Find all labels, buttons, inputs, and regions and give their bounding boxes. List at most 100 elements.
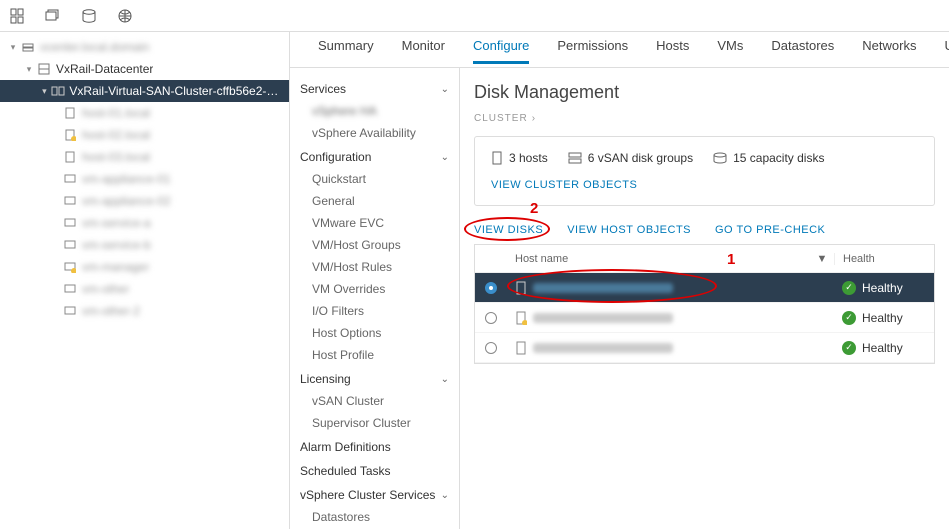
tree-vcenter[interactable]: ▾ vcenter.local.domain xyxy=(0,36,289,58)
cfg-item-io-filters[interactable]: I/O Filters xyxy=(290,300,459,322)
chevron-down-icon: ⌄ xyxy=(441,84,449,95)
cfg-item[interactable]: vSphere HA xyxy=(290,100,459,122)
chevron-down-icon: ⌄ xyxy=(441,152,449,163)
tab-hosts[interactable]: Hosts xyxy=(656,38,689,61)
cfg-item-host-profile[interactable]: Host Profile xyxy=(290,344,459,366)
vm-icon xyxy=(62,237,78,253)
host-icon xyxy=(62,105,78,121)
page-title: Disk Management xyxy=(474,82,935,103)
tree-vm[interactable]: vm-other xyxy=(0,278,289,300)
disk-icon xyxy=(713,152,727,164)
object-tabs: Summary Monitor Configure Permissions Ho… xyxy=(290,32,949,68)
vm-icon xyxy=(62,193,78,209)
chevron-right-icon: › xyxy=(532,113,536,124)
tree-vm[interactable]: vm-service-b xyxy=(0,234,289,256)
tree-vm[interactable]: vm-service-a xyxy=(0,212,289,234)
cfg-item-vcs-datastores[interactable]: Datastores xyxy=(290,506,459,528)
cfg-item-supervisor-cluster[interactable]: Supervisor Cluster xyxy=(290,412,459,434)
tree-host[interactable]: host-01.local xyxy=(0,102,289,124)
table-row[interactable]: ✓Healthy 1 xyxy=(475,273,934,303)
host-icon xyxy=(515,341,527,355)
tree-host[interactable]: host-02.local xyxy=(0,124,289,146)
cfg-item-scheduled-tasks[interactable]: Scheduled Tasks xyxy=(290,458,459,482)
table-header: Host name ▼ Health xyxy=(475,245,934,273)
health-ok-icon: ✓ xyxy=(842,281,856,295)
view-cluster-objects-link[interactable]: VIEW CLUSTER OBJECTS xyxy=(491,179,637,191)
go-to-precheck-link[interactable]: GO TO PRE-CHECK xyxy=(715,224,825,236)
tab-datastores[interactable]: Datastores xyxy=(771,38,834,61)
tree-vm[interactable]: vm-appliance-01 xyxy=(0,168,289,190)
view-disks-link[interactable]: VIEW DISKS xyxy=(474,224,543,236)
col-hostname[interactable]: Host name xyxy=(515,253,568,265)
cfg-item-vsphere-availability[interactable]: vSphere Availability xyxy=(290,122,459,144)
tab-configure[interactable]: Configure xyxy=(473,38,529,64)
tree-cluster[interactable]: ▾ VxRail-Virtual-SAN-Cluster-cffb56e2-bd… xyxy=(0,80,289,102)
host-icon xyxy=(491,151,503,165)
hosts-clusters-icon[interactable] xyxy=(8,7,26,25)
datacenter-icon xyxy=(36,61,52,77)
cfg-item-vmware-evc[interactable]: VMware EVC xyxy=(290,212,459,234)
diskgroup-icon xyxy=(568,152,582,164)
table-row[interactable]: ✓Healthy xyxy=(475,333,934,363)
host-icon xyxy=(62,149,78,165)
vm-icon xyxy=(62,171,78,187)
health-ok-icon: ✓ xyxy=(842,341,856,355)
vm-icon xyxy=(62,303,78,319)
detail-pane: Disk Management CLUSTER› 3 hosts 6 vSAN … xyxy=(460,68,949,529)
cfg-item-quickstart[interactable]: Quickstart xyxy=(290,168,459,190)
host-name-redacted xyxy=(533,343,673,353)
chevron-down-icon: ⌄ xyxy=(441,490,449,501)
table-row[interactable]: ✓Healthy xyxy=(475,303,934,333)
action-links: VIEW DISKS VIEW HOST OBJECTS GO TO PRE-C… xyxy=(474,224,935,236)
row-radio[interactable] xyxy=(485,312,497,324)
tab-vms[interactable]: VMs xyxy=(717,38,743,61)
tab-updates[interactable]: Updates xyxy=(944,38,949,61)
col-health[interactable]: Health xyxy=(843,253,875,265)
cfg-group-vsphere-cluster-services[interactable]: vSphere Cluster Services⌄ xyxy=(290,482,459,506)
vm-icon xyxy=(62,215,78,231)
cfg-item-general[interactable]: General xyxy=(290,190,459,212)
storage-icon[interactable] xyxy=(80,7,98,25)
configure-nav: Services⌄ vSphere HA vSphere Availabilit… xyxy=(290,68,460,529)
tree-datacenter[interactable]: ▾ VxRail-Datacenter xyxy=(0,58,289,80)
row-radio[interactable] xyxy=(485,342,497,354)
tab-summary[interactable]: Summary xyxy=(318,38,374,61)
tree-vm[interactable]: vm-other-2 xyxy=(0,300,289,322)
tree-vm[interactable]: vm-manager xyxy=(0,256,289,278)
tab-permissions[interactable]: Permissions xyxy=(557,38,628,61)
filter-icon[interactable]: ▼ xyxy=(810,253,834,265)
host-name-redacted xyxy=(533,313,673,323)
top-icon-bar xyxy=(0,0,949,32)
host-warn-icon xyxy=(515,311,527,325)
cluster-icon xyxy=(51,83,66,99)
view-host-objects-link[interactable]: VIEW HOST OBJECTS xyxy=(567,224,691,236)
cfg-item-vm-overrides[interactable]: VM Overrides xyxy=(290,278,459,300)
summary-capacity-disks: 15 capacity disks xyxy=(713,151,824,165)
cfg-group-licensing[interactable]: Licensing⌄ xyxy=(290,366,459,390)
summary-card: 3 hosts 6 vSAN disk groups 15 capacity d… xyxy=(474,136,935,206)
cfg-item-vmhost-rules[interactable]: VM/Host Rules xyxy=(290,256,459,278)
row-radio[interactable] xyxy=(485,282,497,294)
breadcrumb[interactable]: CLUSTER› xyxy=(474,113,935,124)
cfg-group-services[interactable]: Services⌄ xyxy=(290,76,459,100)
networking-icon[interactable] xyxy=(116,7,134,25)
tab-networks[interactable]: Networks xyxy=(862,38,916,61)
cfg-item-host-options[interactable]: Host Options xyxy=(290,322,459,344)
health-ok-icon: ✓ xyxy=(842,311,856,325)
inventory-panel: ▾ vcenter.local.domain ▾ VxRail-Datacent… xyxy=(0,32,290,529)
tab-monitor[interactable]: Monitor xyxy=(402,38,445,61)
vm-icon xyxy=(62,281,78,297)
host-name-redacted xyxy=(533,283,673,293)
summary-hosts: 3 hosts xyxy=(491,151,548,165)
tree-vm[interactable]: vm-appliance-02 xyxy=(0,190,289,212)
cfg-group-configuration[interactable]: Configuration⌄ xyxy=(290,144,459,168)
tree-host[interactable]: host-03.local xyxy=(0,146,289,168)
cfg-item-vsan-cluster[interactable]: vSAN Cluster xyxy=(290,390,459,412)
vm-warn-icon xyxy=(62,259,78,275)
chevron-down-icon: ⌄ xyxy=(441,374,449,385)
host-icon xyxy=(515,281,527,295)
cfg-item-vmhost-groups[interactable]: VM/Host Groups xyxy=(290,234,459,256)
cfg-item-alarm-definitions[interactable]: Alarm Definitions xyxy=(290,434,459,458)
vcenter-icon xyxy=(20,39,36,55)
vms-templates-icon[interactable] xyxy=(44,7,62,25)
